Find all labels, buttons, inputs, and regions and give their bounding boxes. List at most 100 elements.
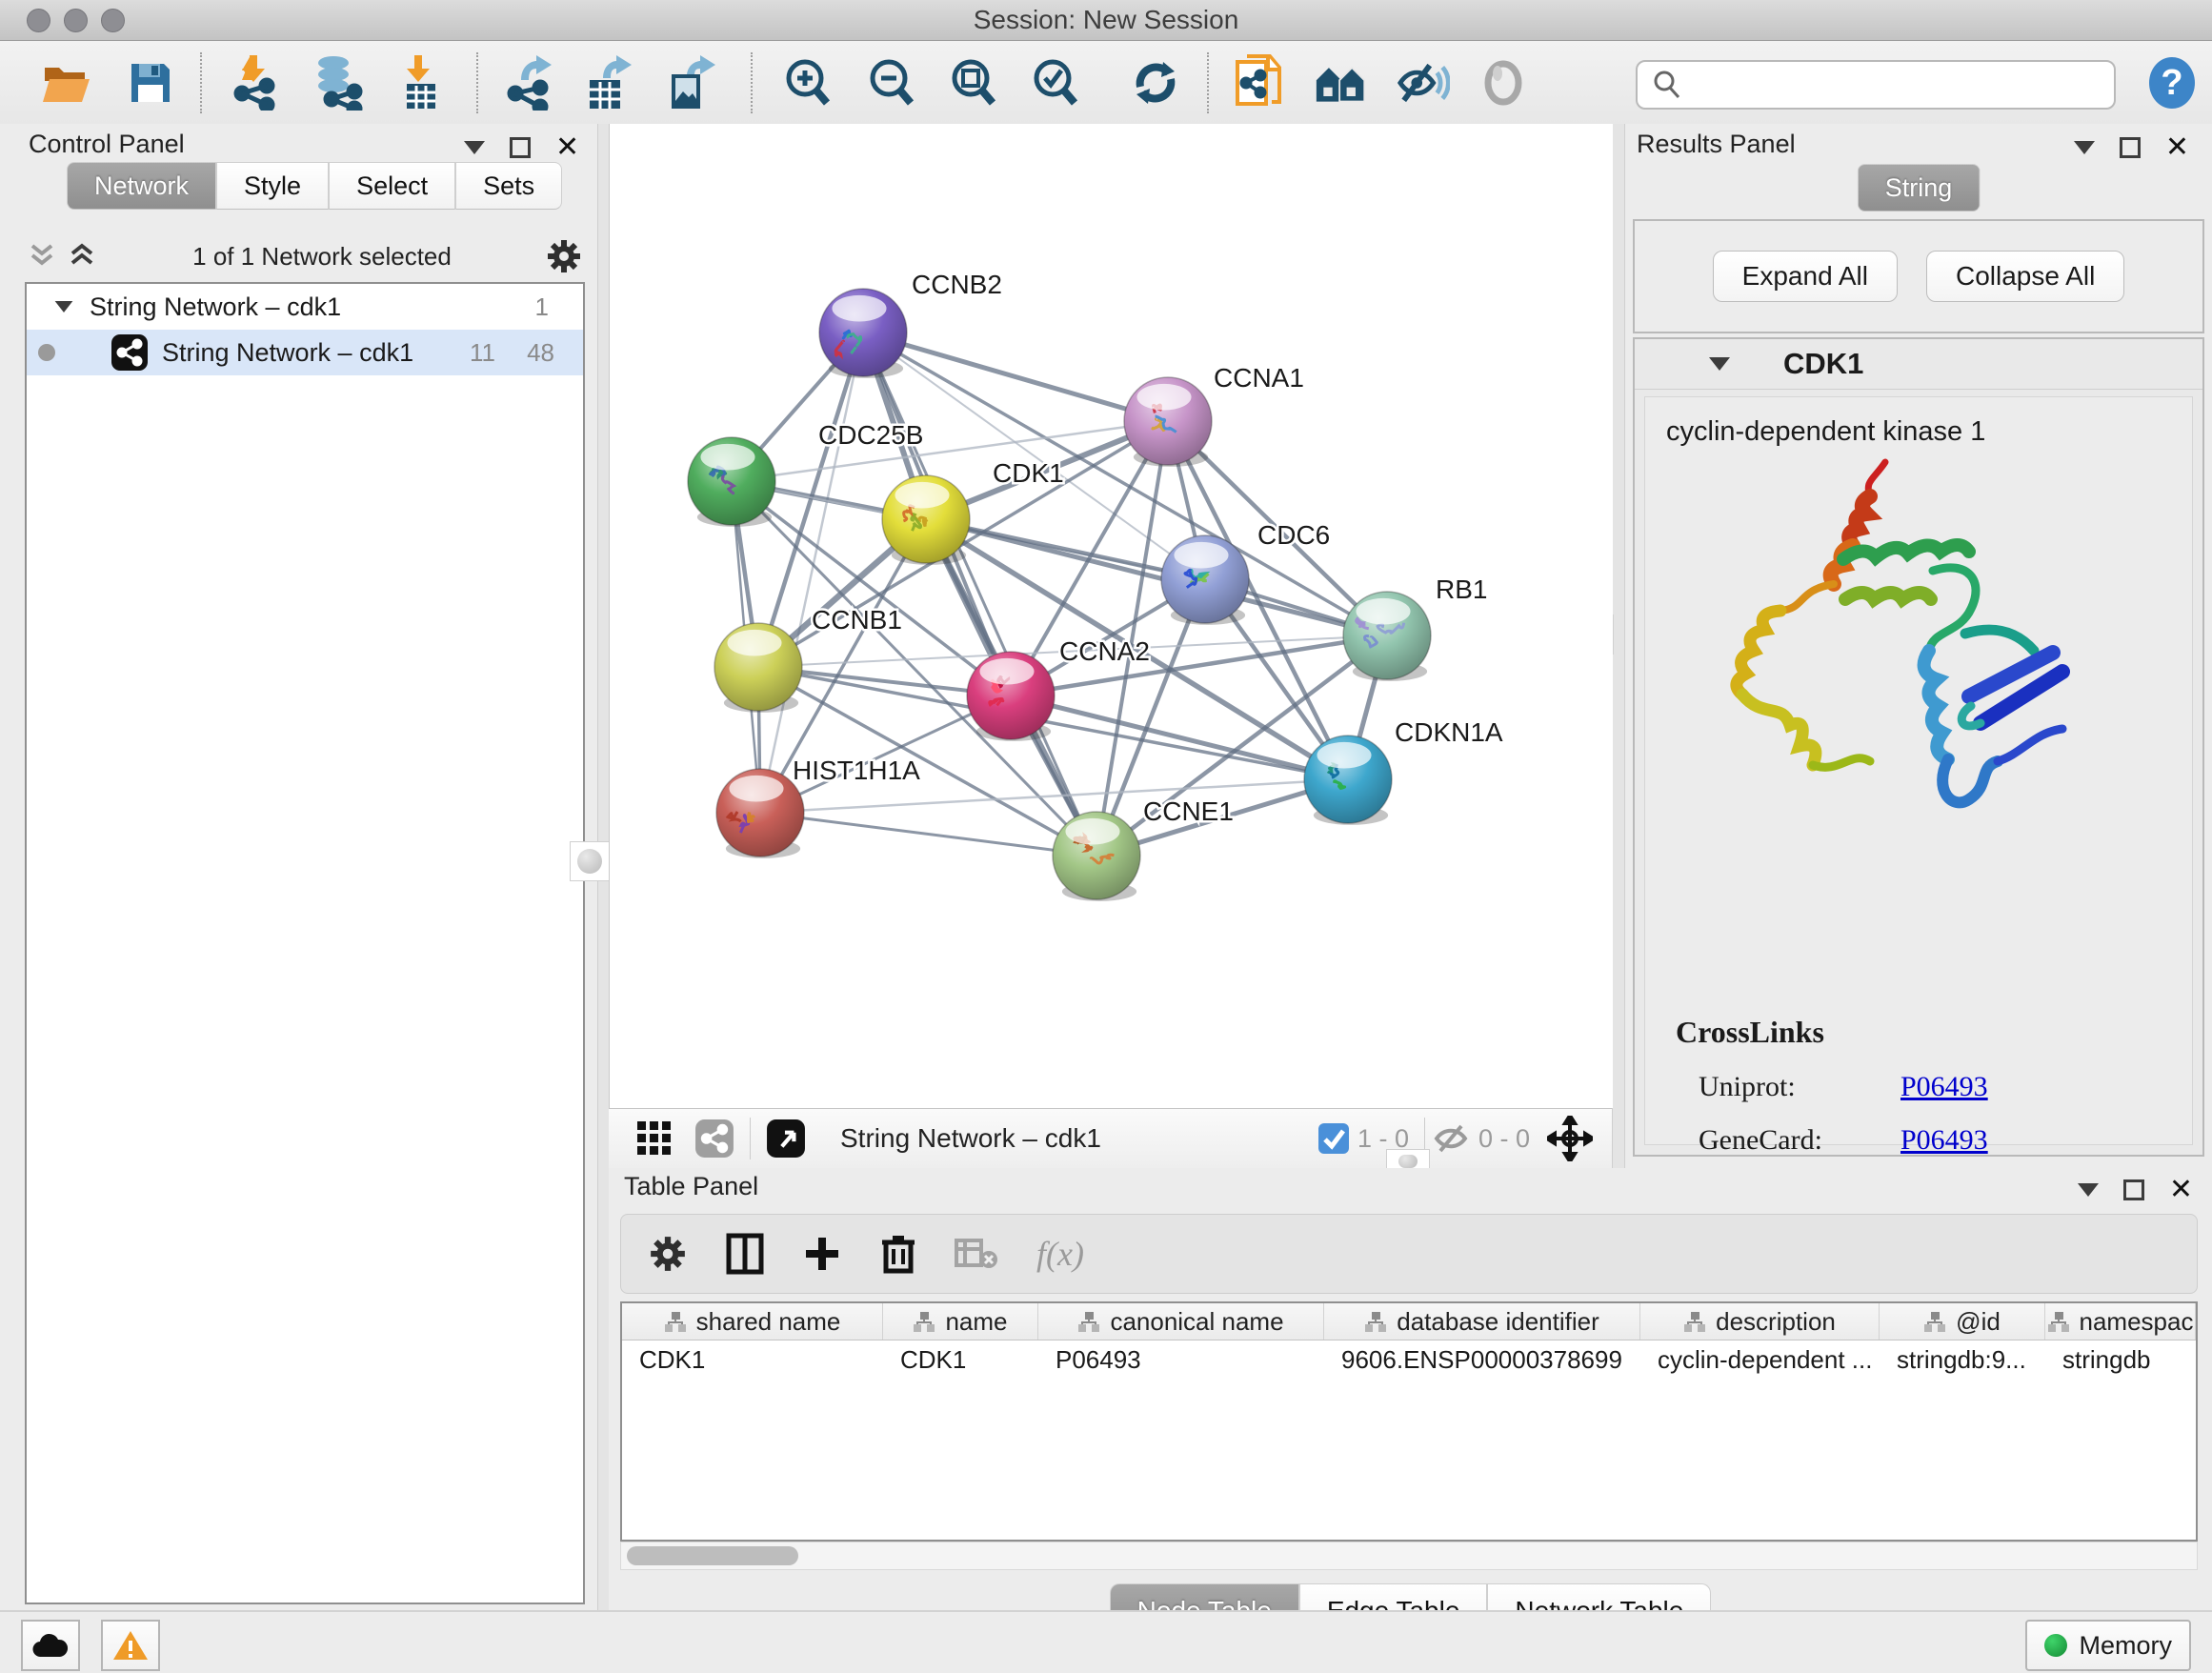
collapse-card-icon[interactable]: [1709, 357, 1730, 371]
control-tab-select[interactable]: Select: [329, 162, 455, 210]
help-button[interactable]: ?: [2145, 56, 2199, 110]
table-cell[interactable]: CDK1: [622, 1345, 883, 1375]
table-cell[interactable]: P06493: [1038, 1345, 1324, 1375]
column-header--id[interactable]: @id: [1880, 1303, 2045, 1340]
export-table-button[interactable]: [581, 56, 634, 110]
apply-layout-button[interactable]: [1129, 56, 1182, 110]
column-header-shared-name[interactable]: shared name: [622, 1303, 883, 1340]
new-network-from-selection-button[interactable]: [1233, 56, 1286, 110]
column-header-database-identifier[interactable]: database identifier: [1324, 1303, 1640, 1340]
table-cell[interactable]: stringdb: [2045, 1345, 2196, 1375]
table-panel-window-controls: ✕: [2078, 1179, 2193, 1200]
close-window-button[interactable]: [27, 9, 50, 32]
table-cell[interactable]: stringdb:9...: [1880, 1345, 2045, 1375]
add-column-icon[interactable]: [802, 1234, 842, 1274]
open-session-button[interactable]: [40, 56, 93, 110]
left-splitter-handle[interactable]: [570, 841, 610, 881]
right-splitter[interactable]: [1612, 124, 1625, 1168]
expand-all-button[interactable]: Expand All: [1713, 251, 1898, 302]
float-panel-icon[interactable]: [2123, 1179, 2144, 1200]
close-panel-icon[interactable]: ✕: [2169, 1179, 2193, 1200]
delete-column-icon[interactable]: [880, 1233, 916, 1275]
show-all-button[interactable]: [1477, 56, 1530, 110]
float-panel-icon[interactable]: [510, 137, 531, 158]
table-cell[interactable]: cyclin-dependent ...: [1640, 1345, 1880, 1375]
network-options-gear-icon[interactable]: [545, 237, 583, 275]
network-node-RB1[interactable]: [1343, 592, 1431, 681]
export-network-button[interactable]: [503, 56, 556, 110]
network-node-CCNA2[interactable]: [967, 652, 1055, 741]
birdseye-view-icon[interactable]: [766, 1119, 806, 1159]
protein-card-header[interactable]: CDK1: [1635, 339, 2202, 390]
control-tab-sets[interactable]: Sets: [455, 162, 562, 210]
crosslink-link[interactable]: P06493: [1900, 1071, 1988, 1103]
zoom-fit-button[interactable]: [947, 56, 1000, 110]
memory-button[interactable]: Memory: [2025, 1620, 2191, 1671]
network-collection-row[interactable]: String Network – cdk1 1: [27, 284, 583, 330]
column-header-namespac[interactable]: namespac: [2045, 1303, 2196, 1340]
network-node-CDK1[interactable]: [882, 475, 970, 565]
network-row[interactable]: String Network – cdk1 11 48: [27, 330, 583, 375]
network-edge-HIST1H1A-CCNE1[interactable]: [760, 813, 1096, 856]
network-node-CDKN1A[interactable]: [1304, 736, 1392, 825]
warnings-button[interactable]: [101, 1620, 160, 1671]
collection-expander-icon[interactable]: [55, 301, 73, 312]
column-header-description[interactable]: description: [1640, 1303, 1880, 1340]
import-table-file-button[interactable]: [393, 56, 447, 110]
scrollbar-thumb[interactable]: [627, 1546, 798, 1565]
first-neighbors-button[interactable]: [1315, 56, 1368, 110]
export-image-button[interactable]: [663, 56, 716, 110]
table-row[interactable]: CDK1CDK1P064939606.ENSP00000378699cyclin…: [622, 1340, 2196, 1379]
panel-menu-icon[interactable]: [2078, 1183, 2099, 1197]
network-edge-CCNB2-HIST1H1A[interactable]: [760, 333, 863, 813]
float-panel-icon[interactable]: [2120, 137, 2141, 158]
column-header-name[interactable]: name: [883, 1303, 1038, 1340]
zoom-in-button[interactable]: [781, 56, 835, 110]
import-network-file-button[interactable]: [228, 56, 281, 110]
zoom-selected-button[interactable]: [1029, 56, 1082, 110]
minimize-window-button[interactable]: [64, 9, 88, 32]
grid-view-icon[interactable]: [635, 1119, 674, 1158]
table-options-gear-icon[interactable]: [648, 1234, 688, 1274]
results-tab-string[interactable]: String: [1858, 164, 1981, 212]
panel-menu-icon[interactable]: [2074, 141, 2095, 154]
panel-menu-icon[interactable]: [464, 141, 485, 154]
network-node-CCNA1[interactable]: [1124, 377, 1212, 467]
table-cell[interactable]: 9606.ENSP00000378699: [1324, 1345, 1640, 1375]
column-header-label: database identifier: [1397, 1307, 1599, 1337]
import-network-database-button[interactable]: [311, 56, 364, 110]
crosslink-row: Uniprot:P06493: [1676, 1071, 2192, 1103]
network-node-CCNB1[interactable]: [714, 623, 802, 713]
column-header-label: canonical name: [1110, 1307, 1283, 1337]
close-panel-icon[interactable]: ✕: [555, 137, 579, 158]
collapse-all-button[interactable]: Collapse All: [1926, 251, 2124, 302]
network-node-CCNB2[interactable]: [819, 289, 907, 378]
table-cell[interactable]: CDK1: [883, 1345, 1038, 1375]
selected-checkbox-icon[interactable]: [1317, 1122, 1350, 1155]
network-canvas[interactable]: CCNB2CCNA1CDC25BCDK1CDC6RB1CCNB1CCNA2CDK…: [609, 124, 1613, 1108]
string-view-icon[interactable]: [694, 1119, 734, 1159]
close-panel-icon[interactable]: ✕: [2165, 137, 2189, 158]
search-input[interactable]: [1693, 65, 2114, 105]
zoom-out-button[interactable]: [865, 56, 918, 110]
save-session-button[interactable]: [124, 56, 177, 110]
expand-all-icon[interactable]: [65, 240, 99, 272]
show-columns-icon[interactable]: [726, 1233, 764, 1275]
fit-selected-crosshair-icon[interactable]: [1547, 1116, 1593, 1161]
cloud-button[interactable]: [21, 1620, 80, 1671]
table-horizontal-scrollbar[interactable]: [620, 1542, 2198, 1570]
node-table[interactable]: shared namename canonical name database id…: [620, 1301, 2198, 1542]
control-tab-network[interactable]: Network: [67, 162, 216, 210]
hide-selected-button[interactable]: [1397, 56, 1450, 110]
network-node-CCNE1[interactable]: [1053, 812, 1140, 901]
network-node-CDC6[interactable]: [1161, 535, 1249, 625]
control-tab-style[interactable]: Style: [216, 162, 329, 210]
collapse-all-icon[interactable]: [25, 240, 59, 272]
column-header-canonical-name[interactable]: canonical name: [1038, 1303, 1324, 1340]
crosslink-link[interactable]: P06493: [1900, 1124, 1988, 1157]
network-edge-CCNB2-CCNA1[interactable]: [863, 333, 1168, 421]
maximize-window-button[interactable]: [101, 9, 125, 32]
network-status-dot: [38, 344, 55, 361]
network-node-HIST1H1A[interactable]: [716, 769, 804, 858]
network-node-CDC25B[interactable]: [688, 437, 775, 527]
